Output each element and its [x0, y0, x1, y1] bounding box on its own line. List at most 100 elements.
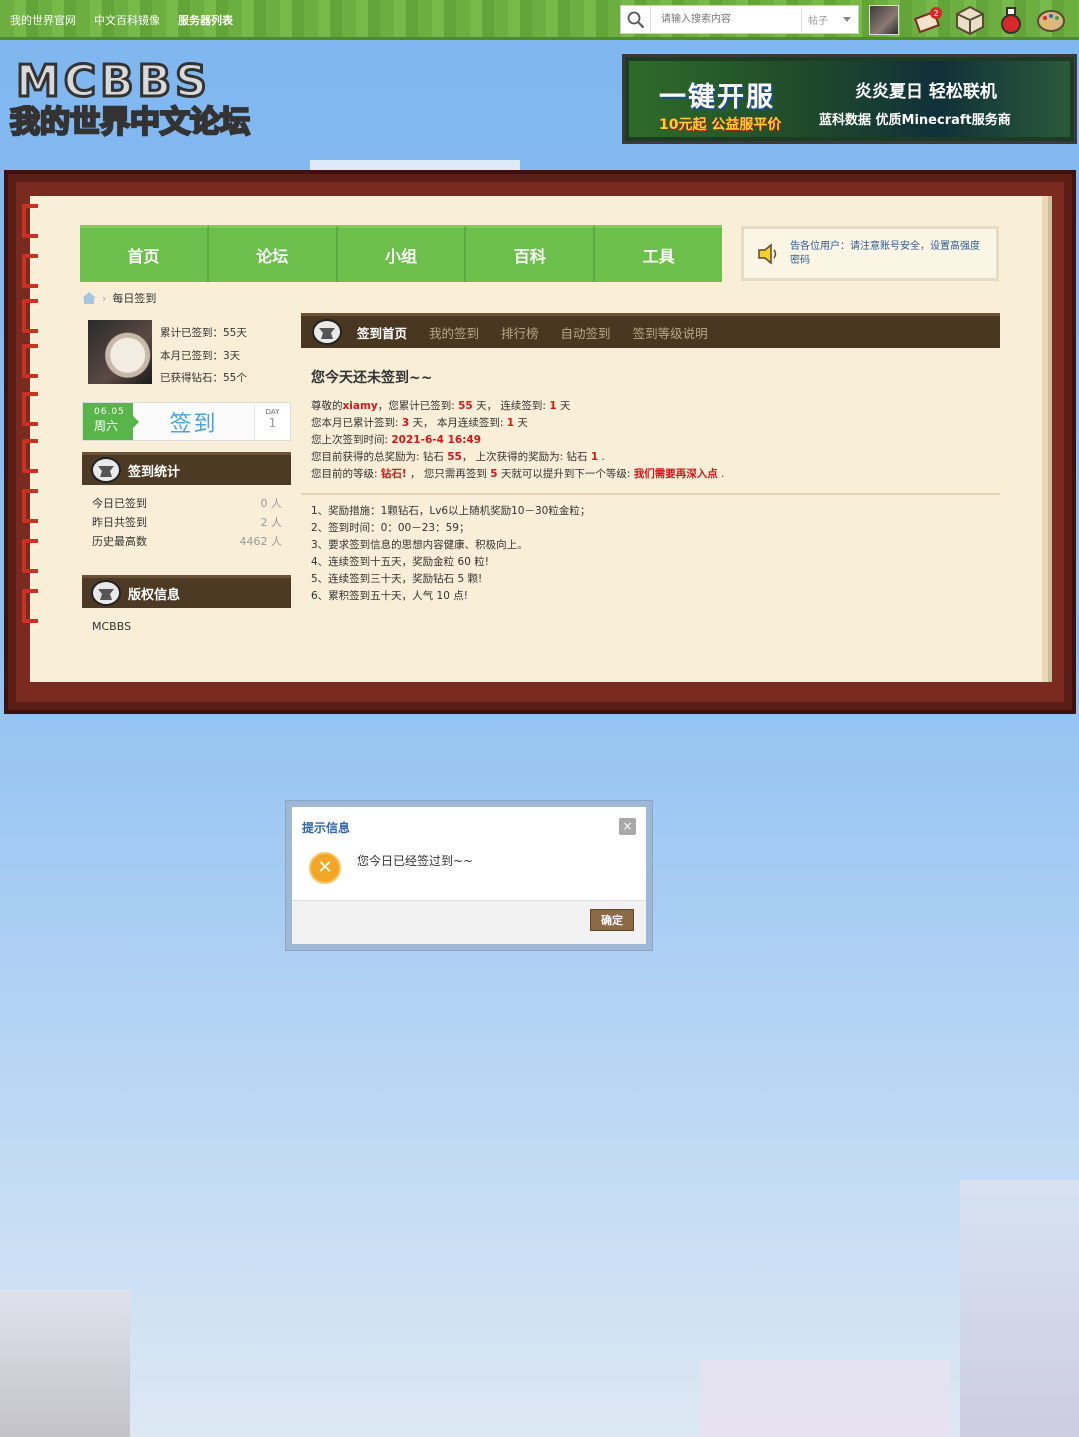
- close-icon[interactable]: ×: [619, 818, 636, 835]
- announcement[interactable]: 告各位用户：请注意账号安全，设置高强度密码: [741, 226, 999, 281]
- dialog-body: 提示信息 × ✕ 您今日已经签过到~~ 确定: [292, 807, 646, 944]
- banner-headline: 一键开服: [659, 82, 775, 113]
- search-type-label: 帖子: [808, 16, 828, 27]
- ok-button[interactable]: 确定: [590, 909, 634, 931]
- list-item: 5、连续签到三十天，奖励钻石 5 颗!: [311, 573, 483, 585]
- mcbbs-logo[interactable]: MCBBS 我的世界中文论坛: [8, 56, 260, 142]
- checkin-stats-list: 今日已签到 0 人 昨日共签到 2 人 历史最高数 4462 人: [92, 494, 282, 551]
- top-links: 我的世界官网 中文百科镜像 服务器列表: [10, 12, 233, 28]
- copyright-title: 版权信息: [128, 587, 181, 603]
- top-link[interactable]: 服务器列表: [178, 12, 233, 28]
- anvil-icon: [91, 580, 121, 606]
- palette-icon[interactable]: [1036, 5, 1066, 35]
- tab-ranking[interactable]: 排行榜: [501, 323, 539, 342]
- copyright-header: 版权信息: [82, 575, 291, 608]
- user-avatar[interactable]: [869, 5, 899, 35]
- search-input[interactable]: [661, 9, 801, 30]
- stat-label: 今日已签到: [92, 497, 147, 510]
- checkin-info: 尊敬的xiamy，您累计已签到: 55 天， 连续签到: 1 天 您本月已累计签…: [311, 398, 724, 483]
- banner-brand: 蓝科数据 优质Minecraft服务商: [819, 113, 1011, 128]
- list-item: 昨日共签到 2 人: [92, 513, 282, 532]
- list-item: 今日已签到 0 人: [92, 494, 282, 513]
- alert-dialog: 提示信息 × ✕ 您今日已经签过到~~ 确定: [285, 800, 653, 951]
- stat-value: 4462 人: [239, 535, 283, 548]
- tab-my-checkin[interactable]: 我的签到: [429, 323, 479, 342]
- info-line: 您上次签到时间: 2021-6-4 16:49: [311, 434, 482, 446]
- nav-item-home[interactable]: 首页: [80, 225, 209, 282]
- svg-text:2: 2: [933, 9, 938, 18]
- speaker-icon: [758, 242, 777, 265]
- dialog-title: 提示信息: [302, 821, 351, 835]
- sign-button[interactable]: 签到: [133, 403, 255, 440]
- chevron-down-icon: [843, 17, 851, 22]
- error-icon: ✕: [309, 852, 341, 884]
- search-box: 帖子: [620, 5, 859, 34]
- main-nav: 首页 论坛 小组 百科 工具: [80, 225, 722, 282]
- tab-auto-checkin[interactable]: 自动签到: [561, 323, 611, 342]
- top-link[interactable]: 中文百科镜像: [94, 12, 160, 28]
- day-label: DAY: [265, 408, 280, 416]
- sign-date: 06.05 周六: [83, 403, 139, 440]
- top-link[interactable]: 我的世界官网: [10, 12, 76, 28]
- anvil-icon: [91, 457, 121, 483]
- info-line: 您目前的等级: 钻石! ， 您只需再签到 5 天就可以提升到下一个等级: 我们需…: [311, 468, 725, 480]
- search-type-select[interactable]: 帖子: [801, 7, 857, 32]
- search-icon[interactable]: [621, 6, 651, 33]
- stat-value: 2 人: [260, 516, 283, 529]
- tab-level-info[interactable]: 签到等级说明: [633, 323, 708, 342]
- background-hill: [960, 1180, 1079, 1437]
- stat-total: 累计已签到：55天: [160, 327, 247, 339]
- map-icon[interactable]: [955, 5, 985, 35]
- banner-slogan: 炎炎夏日 轻松联机: [855, 82, 997, 102]
- breadcrumb-separator: ›: [102, 291, 107, 305]
- announcement-text: 告各位用户：请注意账号安全，设置高强度密码: [790, 240, 980, 266]
- svg-text:我的世界中文论坛: 我的世界中文论坛: [10, 105, 250, 140]
- list-item: 1、奖励措施：1颗钻石，Lv6以上随机奖励10－30粒金粒；: [311, 505, 591, 517]
- info-line: 尊敬的xiamy，您累计已签到: 55 天， 连续签到: 1 天: [311, 400, 571, 412]
- copyright-text: MCBBS: [92, 620, 132, 633]
- checkin-stats-header: 签到统计: [82, 452, 291, 485]
- message-icon[interactable]: 2: [914, 5, 944, 35]
- info-line: 您目前获得的总奖励为: 钻石 55， 上次获得的奖励为: 钻石 1 .: [311, 451, 605, 463]
- user-stats: 累计已签到：55天 本月已签到：3天 已获得钻石：55个: [160, 322, 247, 390]
- sign-widget: 06.05 周六 签到 DAY 1: [82, 402, 291, 441]
- checkin-stats-title: 签到统计: [128, 464, 181, 480]
- list-item: 4、连续签到十五天，奖励金粒 60 粒!: [311, 556, 489, 568]
- stat-month: 本月已签到：3天: [160, 349, 241, 362]
- home-icon[interactable]: [82, 292, 96, 304]
- book-binding: [22, 204, 42, 624]
- nav-item-tools[interactable]: 工具: [595, 225, 722, 282]
- divider: [301, 493, 1000, 495]
- list-item: 6、累积签到五十天，人气 10 点!: [311, 590, 468, 602]
- profile-avatar[interactable]: [88, 320, 152, 384]
- checkin-rules: 1、奖励措施：1颗钻石，Lv6以上随机奖励10－30粒金粒； 2、签到时间：0：…: [311, 503, 590, 605]
- anvil-icon: [312, 319, 342, 345]
- breadcrumb: › 每日签到: [82, 290, 156, 306]
- list-item: 历史最高数 4462 人: [92, 532, 282, 551]
- background-hill: [700, 1360, 950, 1437]
- nav-item-wiki[interactable]: 百科: [466, 225, 596, 282]
- list-item: 2、签到时间：0：00－23：59；: [311, 522, 470, 534]
- stat-value: 0 人: [260, 497, 283, 510]
- stat-diamonds: 已获得钻石：55个: [160, 372, 247, 384]
- potion-icon[interactable]: [996, 5, 1026, 35]
- breadcrumb-current[interactable]: 每日签到: [112, 290, 156, 306]
- top-bar: 我的世界官网 中文百科镜像 服务器列表 帖子 2: [0, 0, 1079, 40]
- username-link[interactable]: xiamy: [343, 400, 378, 412]
- list-item: 3、要求签到信息的思想内容健康、积极向上。: [311, 539, 528, 551]
- stat-label: 历史最高数: [92, 535, 147, 548]
- info-line: 您本月已累计签到: 3 天， 本月连续签到: 1 天: [311, 417, 528, 429]
- day-value: 1: [268, 416, 277, 430]
- sign-date-value: 06.05: [94, 407, 125, 417]
- banner-price: 10元起 公益服平价: [659, 117, 782, 133]
- dialog-message: 您今日已经签过到~~: [357, 854, 474, 868]
- background-hill: [0, 1290, 130, 1437]
- nav-item-group[interactable]: 小组: [337, 225, 467, 282]
- nav-item-forum[interactable]: 论坛: [208, 225, 338, 282]
- page-title: 您今天还未签到~~: [311, 370, 433, 386]
- sign-weekday: 周六: [94, 419, 119, 433]
- dialog-footer: 确定: [292, 900, 646, 944]
- tab-checkin-home[interactable]: 签到首页: [357, 323, 407, 342]
- sign-day-counter: DAY 1: [255, 403, 290, 440]
- ad-banner[interactable]: 一键开服 10元起 公益服平价 炎炎夏日 轻松联机 蓝科数据 优质Minecra…: [622, 54, 1077, 144]
